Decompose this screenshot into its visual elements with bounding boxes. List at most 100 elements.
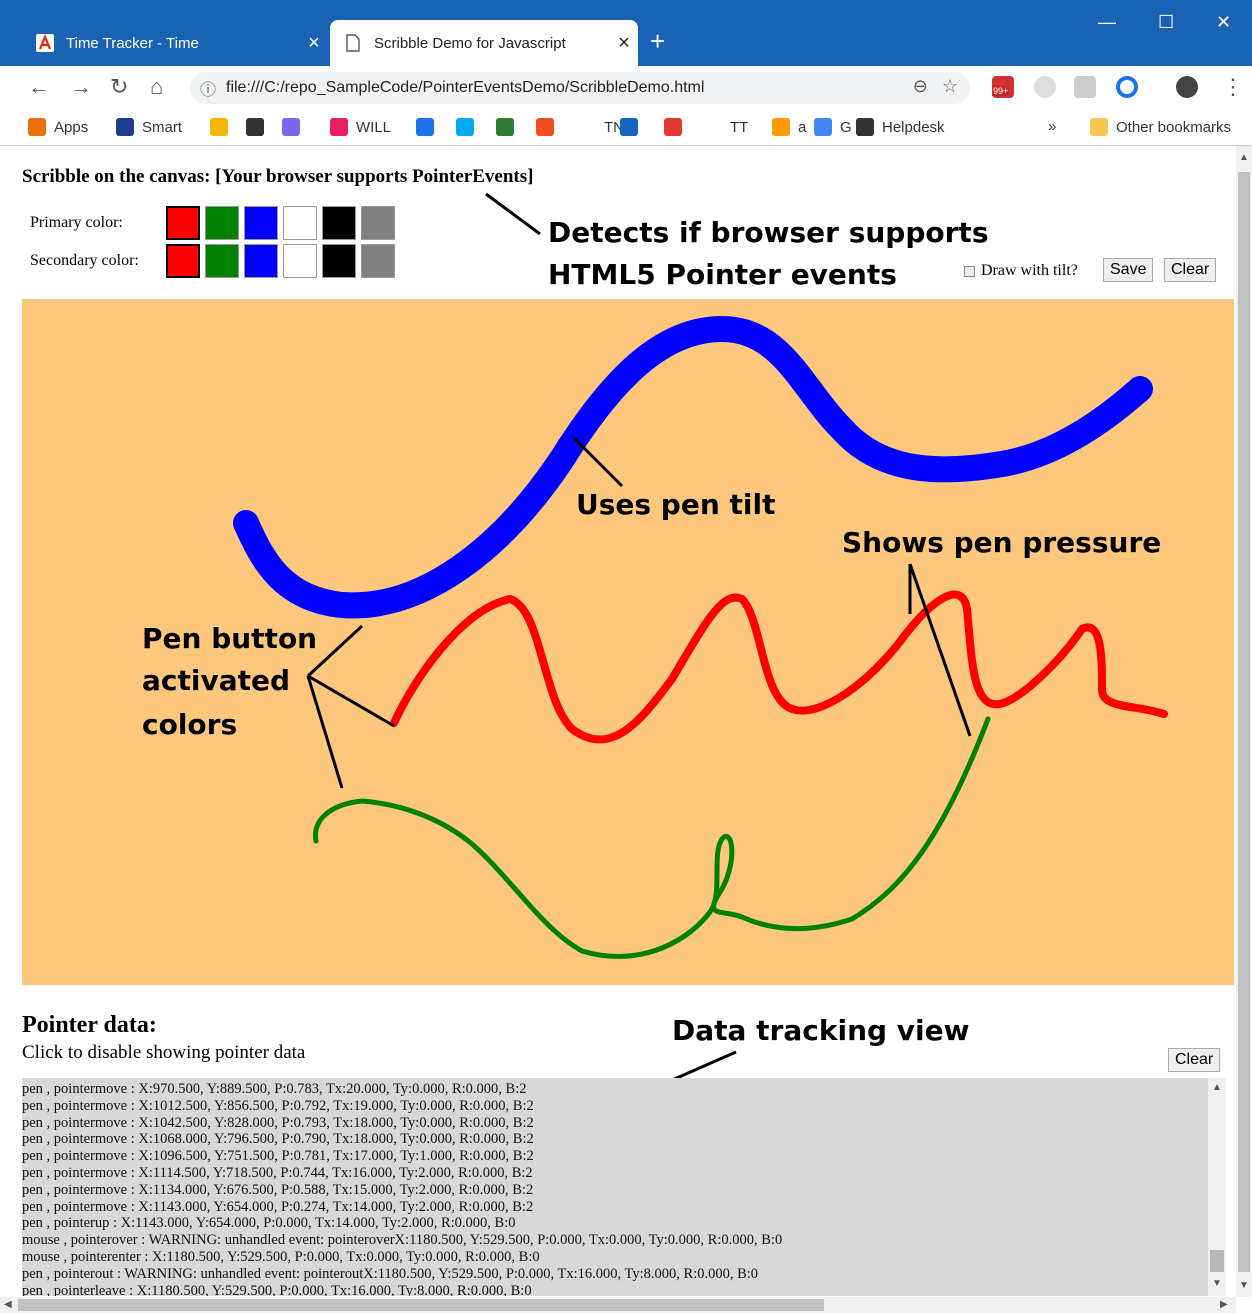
- adobe-icon: [36, 34, 54, 52]
- bookmark-icon: [856, 118, 874, 136]
- bookmark-item[interactable]: [664, 118, 690, 136]
- page-horizontal-scrollbar[interactable]: ◀ ▶: [0, 1297, 1236, 1313]
- log-line: mouse , pointerover : WARNING: unhandled…: [22, 1232, 783, 1249]
- bookmarks-overflow-icon[interactable]: »: [1048, 118, 1056, 135]
- clear-log-button[interactable]: Clear: [1168, 1048, 1221, 1072]
- log-line: pen , pointermove : X:1096.500, Y:751.50…: [22, 1148, 534, 1165]
- page-vertical-scrollbar[interactable]: ▲ ▼: [1236, 146, 1252, 1297]
- browser-toolbar: ← → ↻ ⌂ ⓘ file:///C:/repo_SampleCode/Poi…: [0, 66, 1252, 110]
- bookmark-label: Smart: [142, 118, 183, 136]
- close-icon[interactable]: ×: [610, 32, 638, 55]
- bookmark-item[interactable]: Smart: [116, 118, 182, 136]
- bookmark-item[interactable]: [620, 118, 646, 136]
- extension-icon[interactable]: 99+: [992, 76, 1014, 98]
- maximize-icon[interactable]: ☐: [1158, 12, 1174, 33]
- annotation-button-line2: activated: [142, 664, 291, 697]
- annotation-line: [572, 436, 624, 488]
- bookmark-icon: [116, 118, 134, 136]
- log-scrollbar[interactable]: ▲ ▼: [1208, 1078, 1226, 1296]
- tab-scribble-demo[interactable]: Scribble Demo for Javascript ×: [330, 20, 638, 66]
- bookmarks-bar: Apps Smart WILL TN TT a G Helpdesk » Other bookma…: [0, 110, 1252, 146]
- extension-icon[interactable]: [1116, 76, 1138, 98]
- document-icon: [344, 34, 362, 52]
- scroll-up-icon[interactable]: ▲: [1239, 152, 1249, 163]
- address-bar[interactable]: ⓘ file:///C:/repo_SampleCode/PointerEven…: [190, 72, 970, 104]
- tab-time-tracker[interactable]: Time Tracker - Time ×: [22, 20, 328, 66]
- back-icon[interactable]: ←: [28, 74, 50, 100]
- page-content: Scribble on the canvas: [Your browser su…: [0, 146, 1236, 1297]
- bookmark-item[interactable]: G: [814, 118, 852, 136]
- other-bookmarks[interactable]: Other bookmarks: [1090, 118, 1231, 136]
- annotation-detects-line2: HTML5 Pointer events: [548, 258, 897, 291]
- bookmark-icon: [330, 118, 348, 136]
- bookmark-item[interactable]: WILL: [330, 118, 391, 136]
- scroll-left-icon[interactable]: ◀: [4, 1299, 12, 1310]
- reload-icon[interactable]: ↻: [110, 74, 128, 100]
- bookmark-icon: [416, 118, 434, 136]
- bookmark-item[interactable]: [496, 118, 522, 136]
- log-line: pen , pointermove : X:970.500, Y:889.500…: [22, 1081, 527, 1097]
- bookmark-icon: [664, 118, 682, 136]
- log-line: pen , pointermove : X:1114.500, Y:718.50…: [22, 1164, 533, 1181]
- bookmark-icon: [578, 118, 596, 136]
- home-icon[interactable]: ⌂: [150, 74, 163, 100]
- close-icon[interactable]: ×: [300, 32, 328, 55]
- zoom-icon[interactable]: ⊖: [913, 76, 928, 97]
- log-line: pen , pointermove : X:1134.000, Y:676.50…: [22, 1181, 534, 1198]
- annotation-tilt: Uses pen tilt: [576, 488, 776, 521]
- log-scroll-thumb[interactable]: [1210, 1250, 1224, 1272]
- window-close-icon[interactable]: ✕: [1216, 12, 1231, 33]
- bookmark-label: TT: [730, 118, 749, 136]
- rss-icon[interactable]: [1074, 76, 1096, 98]
- forward-icon[interactable]: →: [70, 74, 92, 100]
- menu-icon[interactable]: ⋮: [1222, 74, 1244, 100]
- annotation-button-line1: Pen button: [142, 622, 318, 655]
- bookmark-item[interactable]: [210, 118, 236, 136]
- tab-label: Scribble Demo for Javascript: [374, 34, 566, 52]
- pointer-data-toggle[interactable]: Click to disable showing pointer data: [22, 1042, 305, 1064]
- pointer-log[interactable]: pen , pointermove : X:970.500, Y:889.500…: [22, 1078, 1226, 1296]
- bookmark-item[interactable]: [246, 118, 272, 136]
- bookmark-item[interactable]: [282, 118, 308, 136]
- pointer-data-title: Pointer data:: [22, 1012, 157, 1038]
- log-line: pen , pointerout : WARNING: unhandled ev…: [22, 1265, 759, 1282]
- log-line: pen , pointerup : X:1143.000, Y:654.000,…: [22, 1215, 516, 1232]
- page-hscroll-thumb[interactable]: [18, 1299, 824, 1311]
- scroll-down-icon[interactable]: ▼: [1212, 1278, 1222, 1289]
- info-icon[interactable]: ⓘ: [190, 76, 226, 100]
- annotation-tracking: Data tracking view: [672, 1014, 970, 1047]
- bookmark-item[interactable]: [456, 118, 482, 136]
- scroll-down-icon[interactable]: ▼: [1239, 1280, 1249, 1291]
- annotation-pressure: Shows pen pressure: [842, 526, 1162, 559]
- page-scroll-thumb[interactable]: [1238, 172, 1250, 1272]
- bookmark-item[interactable]: TN: [578, 118, 624, 136]
- folder-icon: [1090, 118, 1108, 136]
- pointer-log-lines: pen , pointermove : X:970.500, Y:889.500…: [22, 1081, 782, 1296]
- bookmark-item[interactable]: [536, 118, 562, 136]
- bookmark-icon: [210, 118, 228, 136]
- extension-icon[interactable]: [1034, 76, 1056, 98]
- bookmark-label: G: [840, 118, 852, 136]
- bookmark-item[interactable]: Helpdesk: [856, 118, 945, 136]
- scroll-up-icon[interactable]: ▲: [1212, 1082, 1222, 1093]
- annotation-line: [485, 192, 541, 236]
- extension-badge: 99+: [992, 86, 1010, 96]
- new-tab-icon[interactable]: +: [650, 26, 665, 57]
- profile-icon[interactable]: [1176, 76, 1198, 98]
- bookmark-item[interactable]: a: [772, 118, 806, 136]
- bookmark-icon: [620, 118, 638, 136]
- bookmark-label: WILL: [356, 118, 392, 136]
- scroll-right-icon[interactable]: ▶: [1220, 1299, 1228, 1310]
- minimize-icon[interactable]: —: [1098, 12, 1116, 33]
- bookmark-item[interactable]: Apps: [28, 118, 88, 136]
- log-line: pen , pointermove : X:1068.000, Y:796.50…: [22, 1131, 534, 1148]
- bookmark-label: a: [798, 118, 807, 136]
- bookmark-item[interactable]: TT: [704, 118, 748, 136]
- bookmark-icon: [536, 118, 554, 136]
- bookmark-star-icon[interactable]: ☆: [942, 76, 958, 97]
- bookmark-icon: [496, 118, 514, 136]
- log-line: pen , pointermove : X:1143.000, Y:654.00…: [22, 1198, 534, 1215]
- bookmark-icon: [246, 118, 264, 136]
- bookmark-item[interactable]: [416, 118, 442, 136]
- bookmark-label: Helpdesk: [882, 118, 945, 136]
